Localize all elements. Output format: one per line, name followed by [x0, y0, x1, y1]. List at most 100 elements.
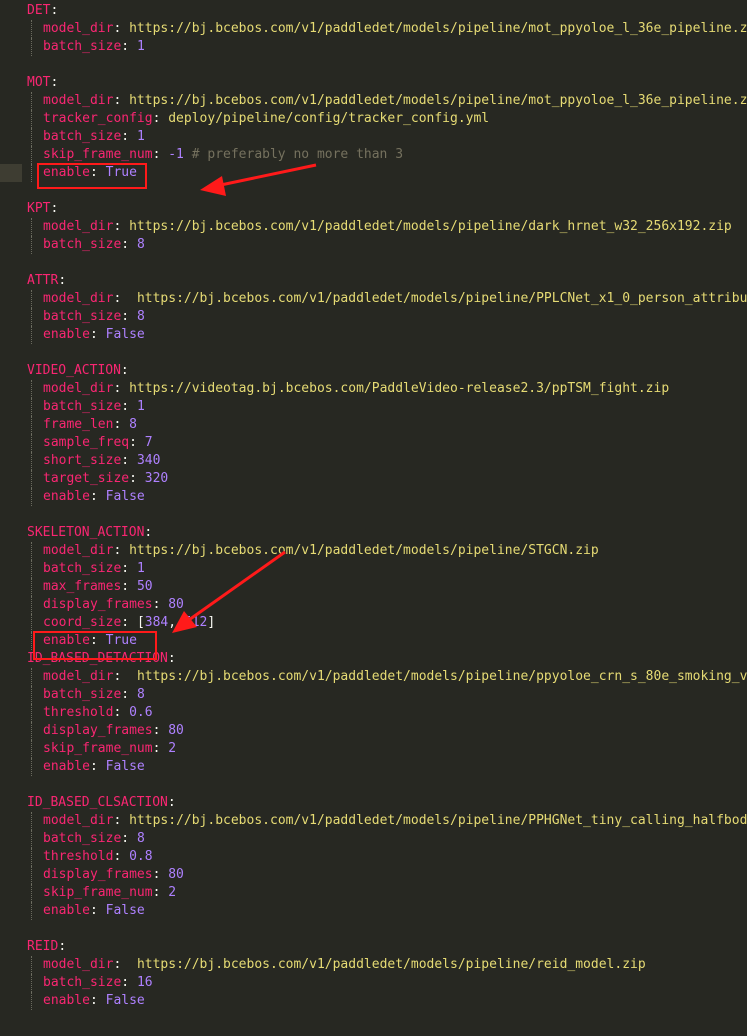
code-line[interactable]: enable: False — [0, 326, 747, 344]
code-text: display_frames: 80 — [43, 596, 184, 614]
code-line[interactable]: enable: False — [0, 992, 747, 1010]
line-gutter — [0, 704, 22, 722]
code-line[interactable]: display_frames: 80 — [0, 596, 747, 614]
line-gutter — [0, 902, 22, 920]
yaml-separator: : — [121, 615, 137, 630]
code-line[interactable]: max_frames: 50 — [0, 578, 747, 596]
code-line[interactable] — [0, 56, 747, 74]
yaml-string-value: https://bj.bcebos.com/v1/paddledet/model… — [129, 219, 732, 234]
code-line[interactable]: model_dir: https://bj.bcebos.com/v1/padd… — [0, 290, 747, 308]
code-line[interactable]: sample_freq: 7 — [0, 434, 747, 452]
line-gutter — [0, 434, 22, 452]
code-line[interactable]: VIDEO_ACTION: — [0, 362, 747, 380]
yaml-key: model_dir — [43, 381, 114, 396]
line-gutter — [0, 848, 22, 866]
code-line[interactable]: DET: — [0, 2, 747, 20]
yaml-separator: : — [113, 417, 130, 432]
code-line[interactable]: SKELETON_ACTION: — [0, 524, 747, 542]
code-line[interactable]: threshold: 0.6 — [0, 704, 747, 722]
code-line[interactable] — [0, 776, 747, 794]
line-gutter — [0, 218, 22, 236]
indent-guide — [31, 830, 32, 848]
code-line[interactable]: ATTR: — [0, 272, 747, 290]
code-line[interactable]: model_dir: https://bj.bcebos.com/v1/padd… — [0, 20, 747, 38]
indent-guide — [31, 812, 32, 830]
indent-guide — [31, 488, 32, 506]
yaml-key: model_dir — [43, 957, 114, 972]
line-gutter — [0, 686, 22, 704]
yaml-value: 2 — [168, 741, 177, 756]
yaml-separator: : — [121, 561, 137, 576]
code-line[interactable]: model_dir: https://bj.bcebos.com/v1/padd… — [0, 812, 747, 830]
code-line[interactable] — [0, 254, 747, 272]
line-gutter — [0, 416, 22, 434]
code-line[interactable] — [0, 182, 747, 200]
yaml-bracket: [ — [136, 615, 145, 630]
code-line[interactable]: model_dir: https://bj.bcebos.com/v1/padd… — [0, 956, 747, 974]
code-line[interactable]: batch_size: 8 — [0, 686, 747, 704]
code-line[interactable]: short_size: 340 — [0, 452, 747, 470]
code-line[interactable]: batch_size: 1 — [0, 398, 747, 416]
code-line[interactable]: enable: True — [0, 164, 747, 182]
line-gutter — [0, 668, 22, 686]
indent-guide — [31, 722, 32, 740]
code-line[interactable]: ID_BASED_DETACTION: — [0, 650, 747, 668]
yaml-key: VIDEO_ACTION — [27, 363, 121, 378]
yaml-value: 8 — [136, 687, 145, 702]
code-line[interactable]: batch_size: 1 — [0, 38, 747, 56]
code-line[interactable]: batch_size: 8 — [0, 308, 747, 326]
code-line[interactable]: frame_len: 8 — [0, 416, 747, 434]
code-line[interactable]: skip_frame_num: 2 — [0, 740, 747, 758]
code-line[interactable]: coord_size: [384, 512] — [0, 614, 747, 632]
code-line[interactable]: tracker_config: deploy/pipeline/config/t… — [0, 110, 747, 128]
code-line[interactable]: batch_size: 1 — [0, 560, 747, 578]
line-gutter — [0, 200, 22, 218]
code-line[interactable]: skip_frame_num: 2 — [0, 884, 747, 902]
yaml-key: enable — [43, 489, 90, 504]
code-line[interactable]: model_dir: https://bj.bcebos.com/v1/padd… — [0, 92, 747, 110]
code-text: SKELETON_ACTION: — [27, 524, 152, 542]
yaml-string-value: deploy/pipeline/config/tracker_config.ym… — [168, 111, 490, 126]
yaml-separator: : — [167, 651, 176, 666]
code-line[interactable]: threshold: 0.8 — [0, 848, 747, 866]
indent-guide — [31, 92, 32, 110]
code-editor[interactable]: DET: model_dir: https://bj.bcebos.com/v1/… — [0, 0, 747, 1036]
code-line[interactable] — [0, 344, 747, 362]
indent-guide — [31, 434, 32, 452]
line-gutter — [0, 542, 22, 560]
code-line[interactable]: model_dir: https://videotag.bj.bcebos.co… — [0, 380, 747, 398]
yaml-string-value: https://bj.bcebos.com/v1/paddledet/model… — [129, 93, 747, 108]
code-line[interactable]: target_size: 320 — [0, 470, 747, 488]
code-text: enable: False — [43, 992, 145, 1010]
code-line[interactable]: MOT: — [0, 74, 747, 92]
yaml-key: batch_size — [43, 399, 122, 414]
code-line[interactable]: display_frames: 80 — [0, 866, 747, 884]
code-line[interactable]: enable: True — [0, 632, 747, 650]
code-line[interactable]: batch_size: 8 — [0, 236, 747, 254]
code-line[interactable]: enable: False — [0, 902, 747, 920]
code-line[interactable] — [0, 920, 747, 938]
code-line[interactable]: KPT: — [0, 200, 747, 218]
code-line[interactable]: enable: False — [0, 758, 747, 776]
code-line[interactable]: enable: False — [0, 488, 747, 506]
code-line[interactable]: batch_size: 16 — [0, 974, 747, 992]
indent-guide — [31, 740, 32, 758]
yaml-key: threshold — [43, 705, 114, 720]
code-line[interactable]: batch_size: 8 — [0, 830, 747, 848]
code-line[interactable]: ID_BASED_CLSACTION: — [0, 794, 747, 812]
yaml-separator: : — [50, 75, 59, 90]
yaml-value: 320 — [144, 471, 169, 486]
code-line[interactable]: batch_size: 1 — [0, 128, 747, 146]
code-line[interactable] — [0, 506, 747, 524]
code-line[interactable]: display_frames: 80 — [0, 722, 747, 740]
code-line[interactable]: model_dir: https://bj.bcebos.com/v1/padd… — [0, 218, 747, 236]
yaml-key: batch_size — [43, 129, 122, 144]
code-line[interactable]: REID: — [0, 938, 747, 956]
line-gutter — [0, 524, 22, 542]
code-line[interactable]: model_dir: https://bj.bcebos.com/v1/padd… — [0, 542, 747, 560]
code-text: tracker_config: deploy/pipeline/config/t… — [43, 110, 489, 128]
code-line[interactable]: skip_frame_num: -1 # preferably no more … — [0, 146, 747, 164]
code-line[interactable]: model_dir: https://bj.bcebos.com/v1/padd… — [0, 668, 747, 686]
yaml-key: batch_size — [43, 687, 122, 702]
line-gutter — [0, 2, 22, 20]
